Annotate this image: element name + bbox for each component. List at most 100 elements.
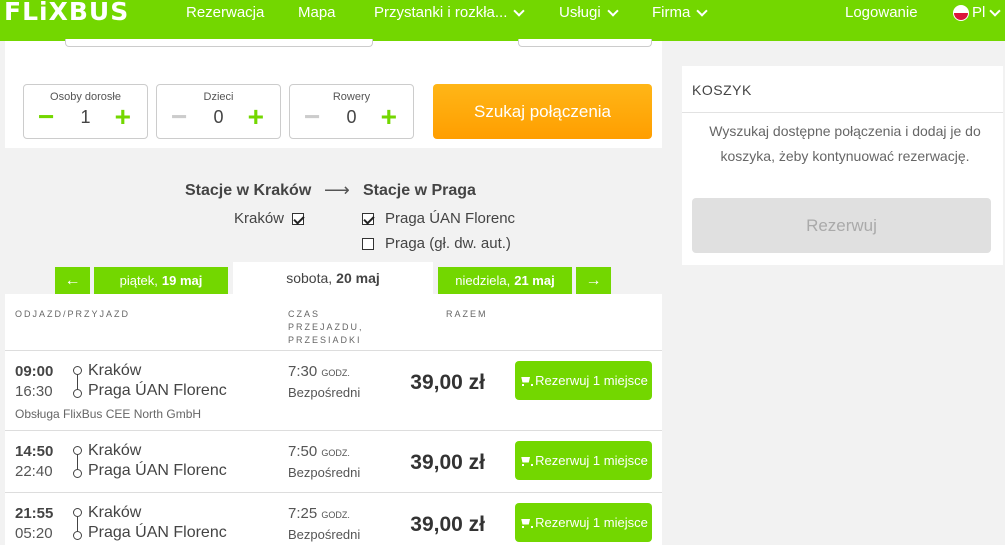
- operator-info: Obsługa FlixBus CEE North GmbH: [15, 407, 202, 421]
- cart-panel: KOSZYK Wyszukaj dostępne połączenia i do…: [682, 66, 1003, 265]
- ride-duration: 7:25 GODZ.: [288, 505, 350, 522]
- column-duration-line: PRZESIADKI: [288, 335, 362, 345]
- column-duration: CZAS PRZEJAZDU, PRZESIADKI: [288, 308, 364, 347]
- next-day-button[interactable]: →: [576, 267, 611, 294]
- cart-icon: [519, 456, 534, 466]
- ride-row: 14:50 22:40 Kraków Praga ÚAN Florenc 7:5…: [5, 430, 662, 492]
- departure-time: 14:50: [15, 443, 54, 460]
- nav-label: Mapa: [298, 4, 336, 21]
- date-tab-day: sobota,: [286, 270, 333, 286]
- children-plus-button[interactable]: +: [248, 103, 264, 131]
- column-duration-line: CZAS: [288, 309, 321, 319]
- ride-price: 39,00 zł: [410, 513, 485, 536]
- book-seat-button[interactable]: Rezerwuj 1 miejsce: [515, 361, 652, 400]
- from-city: Kraków: [88, 442, 142, 459]
- adults-counter: Osoby dorosłe − 1 +: [23, 84, 148, 139]
- book-seat-label: Rezerwuj 1 miejsce: [535, 453, 648, 468]
- ride-row: 21:55 05:20 Kraków Praga ÚAN Florenc 7:2…: [5, 492, 662, 545]
- cart-divider: [682, 112, 1003, 113]
- arrival-time: 22:40: [15, 463, 53, 480]
- prev-day-button[interactable]: ←: [55, 267, 90, 294]
- ride-row: 09:00 16:30 Kraków Praga ÚAN Florenc 7:3…: [5, 350, 662, 430]
- arrival-time: 05:20: [15, 525, 53, 542]
- date-tab-prev[interactable]: piątek, 19 maj: [94, 267, 228, 294]
- language-label: Pl: [972, 4, 986, 21]
- book-seat-button[interactable]: Rezerwuj 1 miejsce: [515, 503, 652, 542]
- book-seat-label: Rezerwuj 1 miejsce: [535, 515, 648, 530]
- duration-value: 7:25: [288, 505, 318, 522]
- route-line-icon: [73, 508, 83, 540]
- language-selector[interactable]: Pl: [953, 4, 1002, 21]
- top-navigation-bar: FLiXBUS Rezerwacja Mapa Przystanki i roz…: [0, 0, 1005, 41]
- connection-type: Bezpośredni: [288, 385, 361, 400]
- from-city: Kraków: [88, 504, 142, 521]
- arrow-icon: ⟶: [324, 180, 350, 200]
- book-seat-label: Rezerwuj 1 miejsce: [535, 373, 648, 388]
- station-krakow[interactable]: Kraków: [234, 210, 305, 227]
- route-line-icon: [73, 366, 83, 398]
- to-city: Praga ÚAN Florenc: [88, 462, 227, 479]
- from-city: Kraków: [88, 362, 142, 379]
- login-link[interactable]: Logowanie: [845, 4, 918, 21]
- adults-plus-button[interactable]: +: [115, 103, 131, 131]
- date-tab-next[interactable]: niedziela, 21 maj: [438, 267, 572, 294]
- date-tab-current[interactable]: sobota, 20 maj: [233, 262, 433, 294]
- date-field[interactable]: [518, 39, 652, 47]
- search-panel: Osoby dorosłe − 1 + Dzieci − 0 + Rowery …: [5, 39, 662, 148]
- nav-rezerwacja[interactable]: Rezerwacja: [186, 4, 264, 21]
- nav-label: Przystanki i rozkła...: [374, 4, 508, 21]
- departure-time: 09:00: [15, 363, 54, 380]
- nav-mapa[interactable]: Mapa: [298, 4, 336, 21]
- chevron-down-icon: [696, 4, 708, 17]
- station-label: Kraków: [234, 210, 285, 227]
- ride-duration: 7:30 GODZ.: [288, 363, 350, 380]
- station-label: Praga (gł. dw. aut.): [385, 235, 511, 252]
- search-button[interactable]: Szukaj połączenia: [433, 84, 652, 139]
- chevron-down-icon: [513, 4, 526, 17]
- column-duration-line: PRZEJAZDU,: [288, 322, 364, 332]
- bikes-plus-button[interactable]: +: [381, 103, 397, 131]
- cart-book-button[interactable]: Rezerwuj: [692, 198, 991, 253]
- duration-unit: GODZ.: [321, 510, 350, 520]
- cart-icon: [519, 518, 534, 528]
- station-praga-gl[interactable]: Praga (gł. dw. aut.): [362, 235, 511, 252]
- connection-type: Bezpośredni: [288, 465, 361, 480]
- date-tab-day: niedziela,: [455, 273, 511, 288]
- date-tab-date: 20 maj: [336, 270, 380, 286]
- duration-unit: GODZ.: [321, 368, 350, 378]
- to-city: Praga ÚAN Florenc: [88, 382, 227, 399]
- station-checkbox[interactable]: [292, 212, 305, 225]
- flixbus-logo[interactable]: FLiXBUS: [4, 0, 129, 26]
- results-table: ODJAZD/PRZYJAZD CZAS PRZEJAZDU, PRZESIAD…: [5, 294, 662, 545]
- nav-przystanki[interactable]: Przystanki i rozkła...: [374, 4, 526, 21]
- nav-uslugi[interactable]: Usługi: [559, 4, 619, 21]
- children-counter: Dzieci − 0 +: [156, 84, 281, 139]
- departure-time: 21:55: [15, 505, 54, 522]
- nav-label: Firma: [652, 4, 691, 21]
- date-tab-date: 21 maj: [514, 273, 555, 288]
- ride-price: 39,00 zł: [410, 371, 485, 394]
- poland-flag-icon: [953, 4, 969, 21]
- connection-type: Bezpośredni: [288, 527, 361, 542]
- nav-label: Usługi: [559, 4, 601, 21]
- station-praga-florenc[interactable]: Praga ÚAN Florenc: [362, 210, 515, 227]
- nav-label: Rezerwacja: [186, 4, 265, 21]
- date-tab-date: 19 maj: [161, 273, 203, 288]
- ride-price: 39,00 zł: [410, 451, 485, 474]
- station-checkbox[interactable]: [362, 237, 374, 250]
- cart-icon: [519, 376, 534, 386]
- from-stations-title: Stacje w Kraków: [185, 182, 312, 199]
- duration-value: 7:50: [288, 443, 318, 460]
- chevron-down-icon: [607, 4, 619, 17]
- ride-duration: 7:50 GODZ.: [288, 443, 350, 460]
- book-seat-button[interactable]: Rezerwuj 1 miejsce: [515, 441, 652, 480]
- duration-unit: GODZ.: [321, 448, 350, 458]
- cart-title: KOSZYK: [692, 82, 752, 98]
- from-to-field[interactable]: [65, 39, 373, 47]
- login-label: Logowanie: [845, 4, 918, 21]
- column-total: RAZEM: [446, 309, 488, 319]
- route-line-icon: [73, 446, 83, 478]
- station-checkbox[interactable]: [362, 212, 374, 225]
- arrival-time: 16:30: [15, 383, 53, 400]
- nav-firma[interactable]: Firma: [652, 4, 708, 21]
